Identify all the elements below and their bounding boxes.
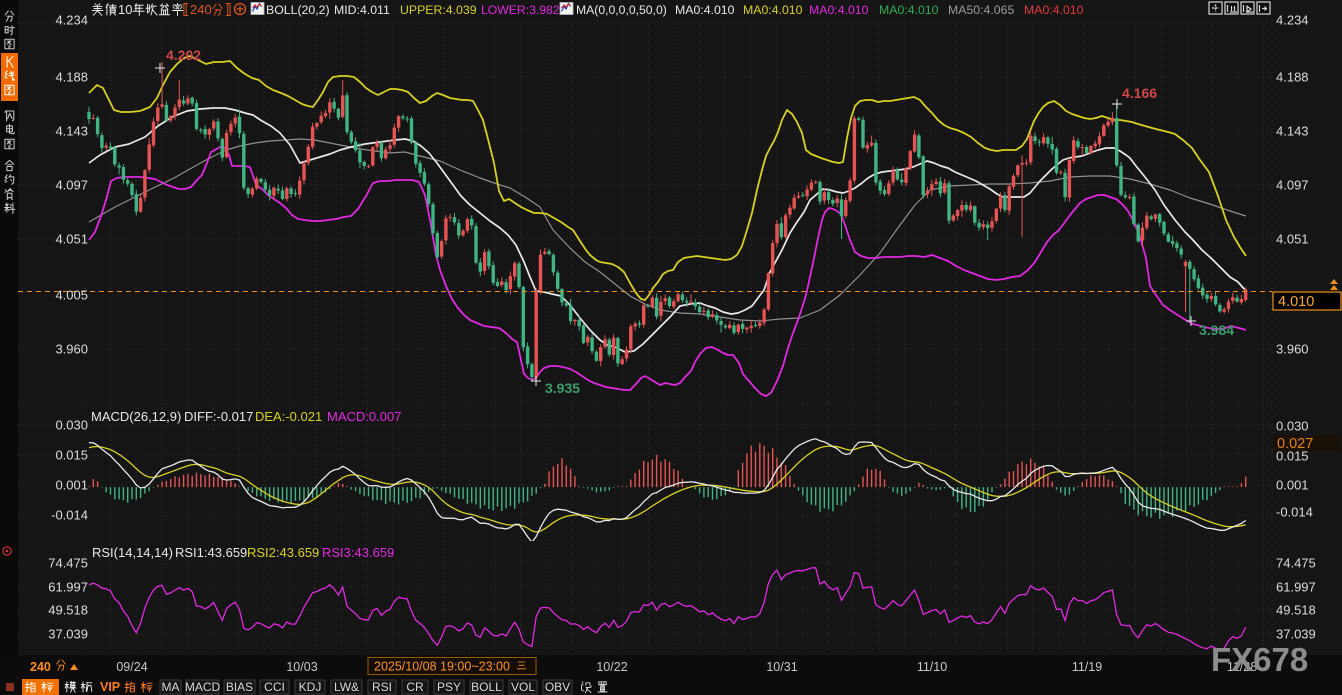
svg-text:MACD: MACD [185, 680, 221, 694]
svg-text:MACD(26,12,9): MACD(26,12,9) [91, 409, 181, 424]
svg-text:4.188: 4.188 [55, 70, 88, 85]
svg-text:RSI(14,14,14): RSI(14,14,14) [92, 545, 173, 560]
svg-text:74.475: 74.475 [1276, 556, 1316, 571]
svg-text:RSI: RSI [372, 680, 392, 694]
svg-text:0.030: 0.030 [1276, 419, 1309, 434]
svg-text:11/10: 11/10 [917, 660, 947, 674]
svg-text:3.984: 3.984 [1199, 322, 1234, 338]
svg-text:MA50:4.065: MA50:4.065 [948, 3, 1014, 17]
svg-text:4.051: 4.051 [55, 232, 88, 247]
svg-text:MA0:4.010: MA0:4.010 [1024, 3, 1084, 17]
svg-text:MA0:4.010: MA0:4.010 [675, 3, 735, 17]
svg-text:4.234: 4.234 [1276, 13, 1309, 28]
svg-text:4.143: 4.143 [55, 124, 88, 139]
svg-text:RSI3:43.659: RSI3:43.659 [322, 545, 394, 560]
svg-text:2025/10/08 19:00~23:00: 2025/10/08 19:00~23:00 [374, 660, 510, 674]
svg-text:4.166: 4.166 [1122, 85, 1157, 101]
svg-text:4.234: 4.234 [55, 13, 88, 28]
svg-text:BIAS: BIAS [226, 680, 253, 694]
svg-text:MA(0,0,0,0,50,0): MA(0,0,0,0,50,0) [576, 3, 667, 17]
svg-text:UPPER:4.039: UPPER:4.039 [400, 3, 477, 17]
svg-text:MA0:4.010: MA0:4.010 [809, 3, 869, 17]
svg-text:MID:4.011: MID:4.011 [334, 3, 390, 17]
svg-text:4.051: 4.051 [1276, 232, 1309, 247]
svg-text:4.202: 4.202 [166, 47, 201, 63]
svg-text:240: 240 [30, 660, 51, 674]
svg-text:4.010: 4.010 [1278, 294, 1314, 310]
svg-text:MA0:4.010: MA0:4.010 [879, 3, 939, 17]
svg-text:0.027: 0.027 [1277, 436, 1313, 452]
svg-text:OBV: OBV [545, 680, 570, 694]
svg-text:240: 240 [190, 2, 212, 17]
svg-text:61.997: 61.997 [1276, 580, 1316, 595]
svg-text:49.518: 49.518 [1276, 603, 1316, 618]
svg-text:0.001: 0.001 [1276, 478, 1309, 493]
svg-text:PSY: PSY [437, 680, 461, 694]
svg-text:61.997: 61.997 [48, 580, 88, 595]
svg-text:CR: CR [406, 680, 424, 694]
svg-text:DEA:-0.021: DEA:-0.021 [255, 409, 322, 424]
svg-text:10/03: 10/03 [286, 660, 317, 674]
svg-text:0.001: 0.001 [55, 478, 88, 493]
svg-text:FX678: FX678 [1211, 641, 1308, 678]
svg-text:RSI1:43.659: RSI1:43.659 [175, 545, 247, 560]
svg-text:BOLL(20,2): BOLL(20,2) [266, 3, 330, 17]
svg-text:10: 10 [118, 2, 132, 17]
svg-text:4.188: 4.188 [1276, 70, 1309, 85]
svg-text:37.039: 37.039 [48, 627, 88, 642]
svg-text:RSI2:43.659: RSI2:43.659 [247, 545, 319, 560]
svg-text:LW&: LW& [334, 680, 359, 694]
svg-text:3.935: 3.935 [545, 380, 580, 396]
svg-text:-0.014: -0.014 [1276, 505, 1313, 520]
svg-text:49.518: 49.518 [48, 603, 88, 618]
svg-text:3.960: 3.960 [1276, 342, 1309, 357]
svg-text:4.143: 4.143 [1276, 124, 1309, 139]
svg-text:0.015: 0.015 [55, 448, 88, 463]
svg-text:11/19: 11/19 [1072, 660, 1102, 674]
svg-text:CCI: CCI [264, 680, 285, 694]
svg-text:4.005: 4.005 [55, 288, 88, 303]
svg-text:10/22: 10/22 [596, 660, 627, 674]
svg-text:DIFF:-0.017: DIFF:-0.017 [184, 409, 253, 424]
svg-text:MA0:4.010: MA0:4.010 [743, 3, 803, 17]
svg-text:0.030: 0.030 [55, 418, 88, 433]
svg-text:VIP: VIP [100, 680, 120, 694]
svg-text:BOLL: BOLL [471, 680, 502, 694]
svg-text:3.960: 3.960 [55, 342, 88, 357]
svg-text:4.097: 4.097 [1276, 178, 1309, 193]
svg-text:MACD:0.007: MACD:0.007 [327, 409, 401, 424]
svg-text:LOWER:3.982: LOWER:3.982 [481, 3, 560, 17]
svg-text:VOL: VOL [511, 680, 535, 694]
svg-text:10/31: 10/31 [766, 660, 797, 674]
svg-text:4.097: 4.097 [55, 178, 88, 193]
svg-text:MA: MA [162, 680, 180, 694]
svg-text:74.475: 74.475 [48, 556, 88, 571]
svg-text:-0.014: -0.014 [51, 508, 88, 523]
svg-text:37.039: 37.039 [1276, 627, 1316, 642]
svg-text:09/24: 09/24 [116, 660, 147, 674]
svg-text:KDJ: KDJ [299, 680, 322, 694]
